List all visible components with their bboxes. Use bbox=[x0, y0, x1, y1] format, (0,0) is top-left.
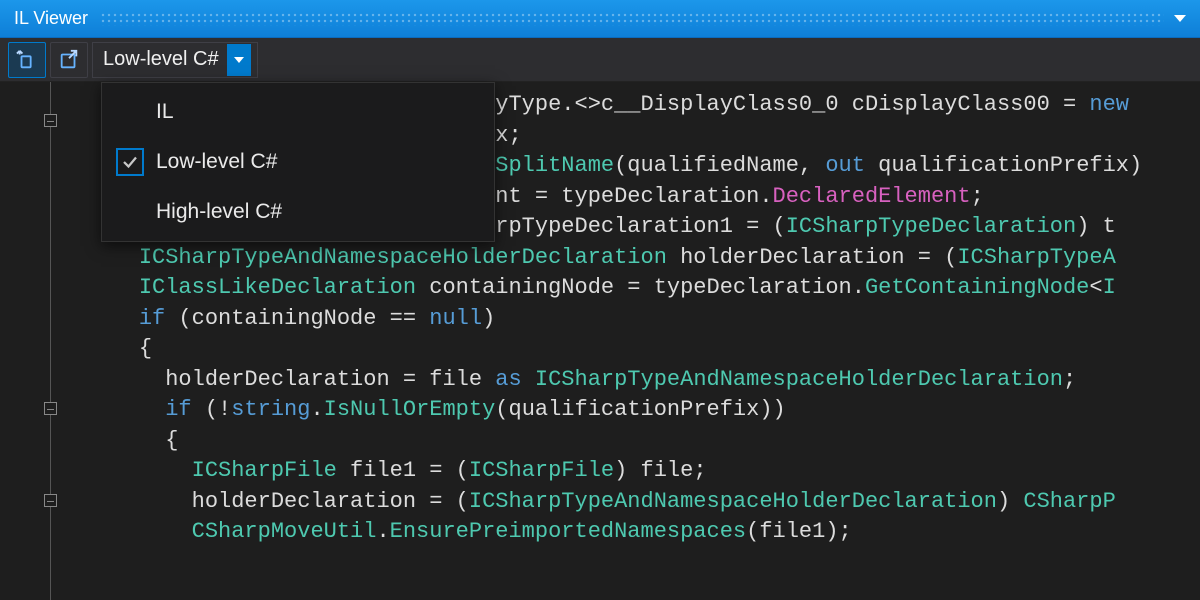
titlebar: IL Viewer bbox=[0, 0, 1200, 38]
panel-options-chevron-icon[interactable] bbox=[1174, 15, 1186, 22]
chevron-down-icon bbox=[227, 44, 251, 76]
refresh-button[interactable] bbox=[8, 42, 46, 78]
menu-item-label: IL bbox=[156, 100, 174, 124]
gutter[interactable] bbox=[0, 82, 72, 600]
view-mode-menu: IL Low-level C# High-level C# bbox=[101, 82, 495, 242]
view-mode-dropdown[interactable]: Low-level C# bbox=[92, 42, 258, 78]
dropdown-label: Low-level C# bbox=[103, 48, 219, 71]
fold-toggle[interactable] bbox=[44, 494, 57, 507]
menu-item-label: Low-level C# bbox=[156, 150, 277, 174]
check-icon bbox=[116, 148, 144, 176]
export-button[interactable] bbox=[50, 42, 88, 78]
menu-item-il[interactable]: IL bbox=[102, 87, 494, 137]
fold-toggle[interactable] bbox=[44, 114, 57, 127]
menu-item-label: High-level C# bbox=[156, 200, 282, 224]
fold-toggle[interactable] bbox=[44, 402, 57, 415]
toolbar: Low-level C# bbox=[0, 38, 1200, 82]
menu-item-high-level-csharp[interactable]: High-level C# bbox=[102, 187, 494, 237]
panel-title: IL Viewer bbox=[14, 8, 88, 29]
menu-item-low-level-csharp[interactable]: Low-level C# bbox=[102, 137, 494, 187]
titlebar-grip[interactable] bbox=[100, 12, 1164, 26]
